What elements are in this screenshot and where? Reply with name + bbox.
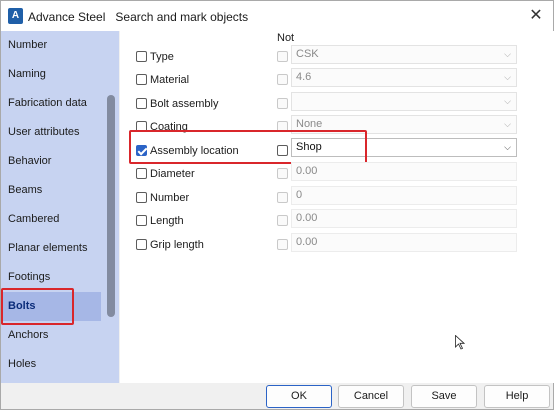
sidebar-item-beams[interactable]: Beams bbox=[1, 176, 101, 205]
type-dropdown[interactable]: CSK ⌵ bbox=[291, 45, 517, 64]
mouse-pointer-icon bbox=[455, 335, 465, 350]
material-label: Material bbox=[150, 74, 190, 86]
diameter-not-checkbox[interactable] bbox=[277, 168, 288, 179]
chevron-down-icon: ⌵ bbox=[504, 49, 511, 59]
sidebar-item-behavior[interactable]: Behavior bbox=[1, 147, 101, 176]
search-mark-dialog: A Advance Steel Search and mark objects … bbox=[0, 0, 554, 410]
number-field[interactable]: 0 bbox=[291, 186, 517, 205]
bolt-assembly-label: Bolt assembly bbox=[150, 98, 219, 110]
type-checkbox[interactable] bbox=[136, 51, 147, 62]
length-checkbox[interactable] bbox=[136, 215, 147, 226]
cancel-button[interactable]: Cancel bbox=[338, 385, 404, 408]
advance-steel-icon: A bbox=[8, 8, 23, 24]
sidebar-item-anchors[interactable]: Anchors bbox=[1, 321, 101, 350]
diameter-label: Diameter bbox=[150, 168, 195, 180]
grip-length-field[interactable]: 0.00 bbox=[291, 233, 517, 252]
length-label: Length bbox=[150, 215, 184, 227]
bolts-highlight-box bbox=[1, 288, 74, 325]
diameter-field[interactable]: 0.00 bbox=[291, 162, 517, 181]
number-checkbox[interactable] bbox=[136, 192, 147, 203]
close-icon[interactable]: ✕ bbox=[527, 7, 545, 25]
diameter-checkbox[interactable] bbox=[136, 168, 147, 179]
not-column-header: Not bbox=[277, 32, 295, 44]
sidebar-item-naming[interactable]: Naming bbox=[1, 60, 101, 89]
bolt-assembly-not-checkbox[interactable] bbox=[277, 98, 288, 109]
save-button[interactable]: Save bbox=[411, 385, 477, 408]
sidebar-item-number[interactable]: Number bbox=[1, 31, 101, 60]
ok-button[interactable]: OK bbox=[266, 385, 332, 408]
chevron-down-icon: ⌵ bbox=[504, 142, 511, 152]
sidebar-item-holes[interactable]: Holes bbox=[1, 350, 101, 379]
material-dropdown[interactable]: 4.6 ⌵ bbox=[291, 68, 517, 87]
type-label: Type bbox=[150, 51, 174, 63]
material-not-checkbox[interactable] bbox=[277, 74, 288, 85]
length-field[interactable]: 0.00 bbox=[291, 209, 517, 228]
grip-length-checkbox[interactable] bbox=[136, 239, 147, 250]
sidebar-item-planar-elements[interactable]: Planar elements bbox=[1, 234, 101, 263]
material-checkbox[interactable] bbox=[136, 74, 147, 85]
length-not-checkbox[interactable] bbox=[277, 215, 288, 226]
grip-length-not-checkbox[interactable] bbox=[277, 239, 288, 250]
bolt-assembly-dropdown[interactable]: ⌵ bbox=[291, 92, 517, 111]
dialog-title: Search and mark objects bbox=[115, 10, 249, 24]
category-sidebar: Number Naming Fabrication data User attr… bbox=[1, 31, 119, 383]
dialog-button-bar: OK Cancel Save Help bbox=[1, 383, 553, 409]
window-title: Advance Steel Search and mark objects bbox=[28, 10, 248, 24]
grip-length-label: Grip length bbox=[150, 239, 204, 251]
sidebar-scrollbar-thumb[interactable] bbox=[107, 95, 115, 317]
app-name: Advance Steel bbox=[28, 10, 106, 24]
title-bar: A Advance Steel Search and mark objects … bbox=[1, 1, 553, 31]
number-not-checkbox[interactable] bbox=[277, 192, 288, 203]
chevron-down-icon: ⌵ bbox=[504, 119, 511, 129]
sidebar-item-cambered[interactable]: Cambered bbox=[1, 205, 101, 234]
bolt-assembly-checkbox[interactable] bbox=[136, 98, 147, 109]
number-label: Number bbox=[150, 192, 190, 204]
chevron-down-icon: ⌵ bbox=[504, 72, 511, 82]
chevron-down-icon: ⌵ bbox=[504, 96, 511, 106]
sidebar-item-user-attributes[interactable]: User attributes bbox=[1, 118, 101, 147]
assembly-location-highlight-box bbox=[129, 130, 367, 164]
type-not-checkbox[interactable] bbox=[277, 51, 288, 62]
sidebar-item-fabrication-data[interactable]: Fabrication data bbox=[1, 89, 101, 118]
help-button[interactable]: Help bbox=[484, 385, 550, 408]
bolt-filter-panel: Not Type CSK ⌵ Material 4.6 ⌵ Bolt assembl… bbox=[120, 31, 554, 383]
